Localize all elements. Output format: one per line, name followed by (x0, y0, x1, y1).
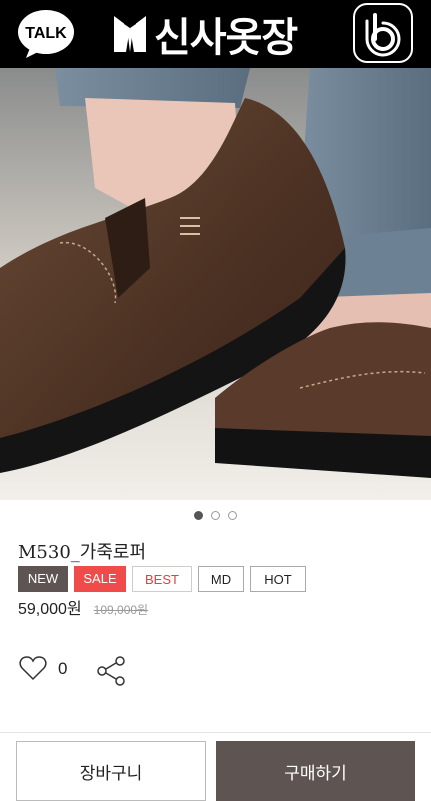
talk-label: TALK (25, 25, 67, 42)
carousel-dot[interactable] (211, 511, 220, 520)
kakao-talk-button[interactable]: TALK (16, 8, 76, 60)
like-button[interactable] (19, 655, 47, 681)
price-row: 59,000원 109,000원 (18, 595, 148, 619)
buy-now-button[interactable]: 구매하기 (216, 741, 415, 801)
product-title: M530_가죽로퍼 (18, 542, 147, 563)
badge-best: BEST (132, 566, 192, 592)
badge-md: MD (198, 566, 244, 592)
badge-hot: HOT (250, 566, 306, 592)
badge-sale: SALE (74, 566, 126, 592)
sale-price: 59,000원 (18, 601, 82, 618)
add-to-cart-button[interactable]: 장바구니 (16, 741, 206, 801)
carousel-dot[interactable] (194, 511, 203, 520)
bottom-action-bar: 장바구니 구매하기 (0, 732, 431, 801)
b-logo-icon (365, 13, 401, 57)
badge-new: NEW (18, 566, 68, 592)
share-button[interactable] (96, 655, 126, 687)
b-app-button[interactable] (353, 3, 413, 63)
app-header: TALK 신사옷장 (0, 0, 431, 68)
heart-icon (19, 656, 47, 681)
brand-name: 신사옷장 (154, 15, 298, 61)
product-image[interactable] (0, 68, 431, 500)
product-photo (0, 68, 431, 500)
talk-icon: TALK (18, 10, 74, 58)
carousel-indicator (0, 511, 431, 520)
like-count: 0 (58, 659, 68, 678)
share-icon (97, 656, 125, 686)
brand-logo[interactable]: 신사옷장 (112, 8, 298, 61)
tuxedo-logo-icon (114, 16, 146, 52)
badge-list: NEW SALE BEST MD HOT (18, 566, 306, 592)
original-price: 109,000원 (93, 603, 149, 617)
carousel-dot[interactable] (228, 511, 237, 520)
